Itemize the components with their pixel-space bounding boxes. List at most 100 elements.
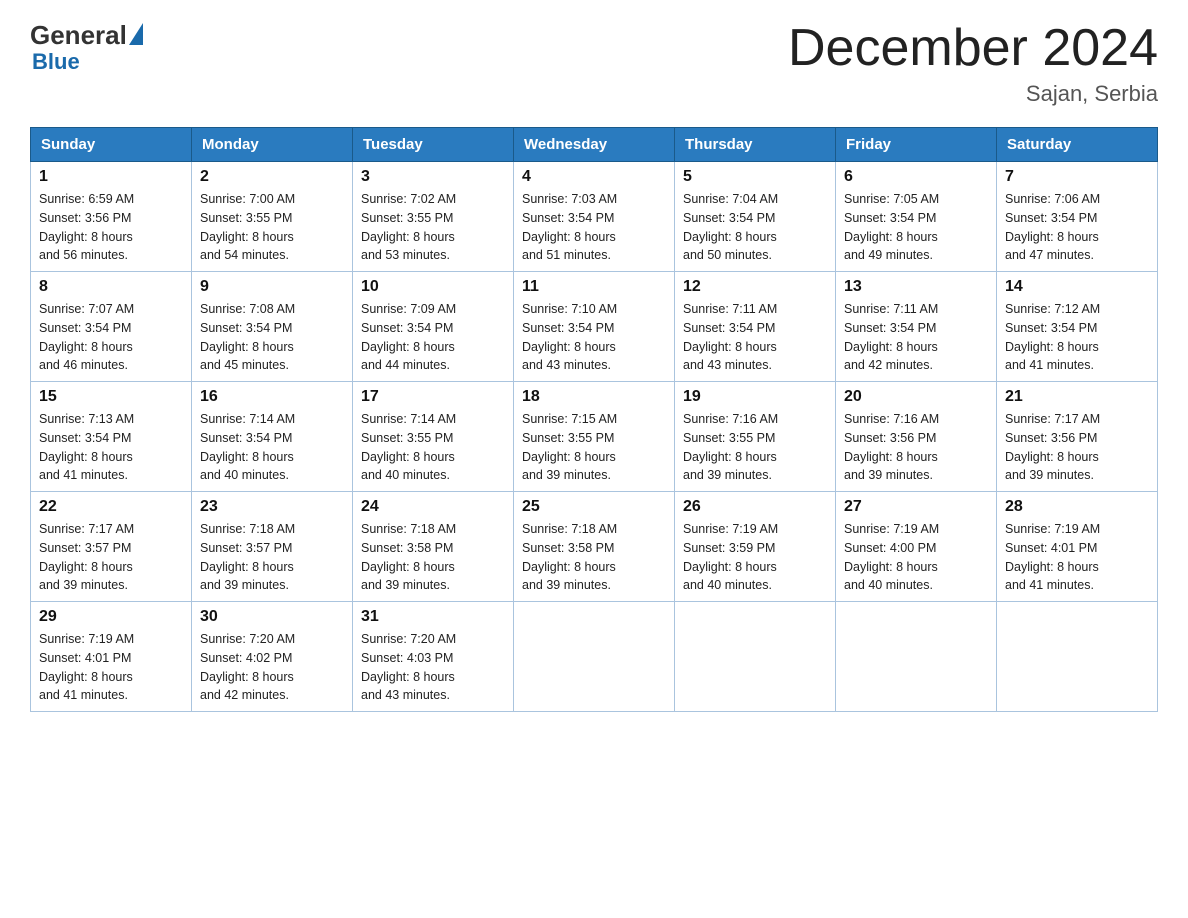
day-number: 24 [361, 498, 505, 516]
day-number: 27 [844, 498, 988, 516]
day-number: 6 [844, 168, 988, 186]
month-title: December 2024 [788, 20, 1158, 77]
day-number: 17 [361, 388, 505, 406]
calendar-cell: 26 Sunrise: 7:19 AMSunset: 3:59 PMDayligh… [675, 492, 836, 602]
calendar-row-1: 1Sunrise: 6:59 AMSunset: 3:56 PMDaylight… [31, 162, 1158, 272]
day-info: Sunrise: 7:06 AMSunset: 3:54 PMDaylight:… [1005, 190, 1149, 265]
calendar-cell: 1Sunrise: 6:59 AMSunset: 3:56 PMDaylight… [31, 162, 192, 272]
day-number: 26 [683, 498, 827, 516]
calendar-cell: 19 Sunrise: 7:16 AMSunset: 3:55 PMDayligh… [675, 382, 836, 492]
col-header-sunday: Sunday [31, 128, 192, 162]
day-info: Sunrise: 7:20 AMSunset: 4:03 PMDaylight:… [361, 630, 505, 705]
day-info: Sunrise: 7:19 AMSunset: 4:01 PMDaylight:… [1005, 520, 1149, 595]
day-info: Sunrise: 7:08 AMSunset: 3:54 PMDaylight:… [200, 300, 344, 375]
calendar-cell: 9 Sunrise: 7:08 AMSunset: 3:54 PMDaylight… [192, 272, 353, 382]
col-header-wednesday: Wednesday [514, 128, 675, 162]
day-info: Sunrise: 7:20 AMSunset: 4:02 PMDaylight:… [200, 630, 344, 705]
day-info: Sunrise: 7:14 AMSunset: 3:55 PMDaylight:… [361, 410, 505, 485]
calendar-cell: 23 Sunrise: 7:18 AMSunset: 3:57 PMDayligh… [192, 492, 353, 602]
day-number: 7 [1005, 168, 1149, 186]
calendar-cell: 21 Sunrise: 7:17 AMSunset: 3:56 PMDayligh… [997, 382, 1158, 492]
calendar-cell: 31 Sunrise: 7:20 AMSunset: 4:03 PMDayligh… [353, 602, 514, 712]
calendar-cell: 6 Sunrise: 7:05 AMSunset: 3:54 PMDaylight… [836, 162, 997, 272]
day-number: 19 [683, 388, 827, 406]
day-number: 2 [200, 168, 344, 186]
day-number: 13 [844, 278, 988, 296]
day-info: Sunrise: 6:59 AMSunset: 3:56 PMDaylight:… [39, 190, 183, 265]
day-number: 23 [200, 498, 344, 516]
day-info: Sunrise: 7:15 AMSunset: 3:55 PMDaylight:… [522, 410, 666, 485]
day-number: 5 [683, 168, 827, 186]
calendar-cell: 3Sunrise: 7:02 AMSunset: 3:55 PMDaylight… [353, 162, 514, 272]
calendar-cell: 16Sunrise: 7:14 AMSunset: 3:54 PMDayligh… [192, 382, 353, 492]
day-info: Sunrise: 7:10 AMSunset: 3:54 PMDaylight:… [522, 300, 666, 375]
day-number: 12 [683, 278, 827, 296]
day-info: Sunrise: 7:11 AMSunset: 3:54 PMDaylight:… [683, 300, 827, 375]
calendar-cell [514, 602, 675, 712]
day-number: 14 [1005, 278, 1149, 296]
col-header-tuesday: Tuesday [353, 128, 514, 162]
calendar-cell: 24 Sunrise: 7:18 AMSunset: 3:58 PMDayligh… [353, 492, 514, 602]
day-info: Sunrise: 7:19 AMSunset: 4:01 PMDaylight:… [39, 630, 183, 705]
calendar-row-2: 8 Sunrise: 7:07 AMSunset: 3:54 PMDaylight… [31, 272, 1158, 382]
calendar-cell: 17 Sunrise: 7:14 AMSunset: 3:55 PMDayligh… [353, 382, 514, 492]
day-info: Sunrise: 7:05 AMSunset: 3:54 PMDaylight:… [844, 190, 988, 265]
page-header: General Blue December 2024 Sajan, Serbia [30, 20, 1158, 107]
day-info: Sunrise: 7:17 AMSunset: 3:57 PMDaylight:… [39, 520, 183, 595]
day-info: Sunrise: 7:18 AMSunset: 3:58 PMDaylight:… [361, 520, 505, 595]
day-number: 31 [361, 608, 505, 626]
day-info: Sunrise: 7:02 AMSunset: 3:55 PMDaylight:… [361, 190, 505, 265]
calendar-cell: 20Sunrise: 7:16 AMSunset: 3:56 PMDayligh… [836, 382, 997, 492]
calendar-cell: 29 Sunrise: 7:19 AMSunset: 4:01 PMDayligh… [31, 602, 192, 712]
calendar-cell: 8 Sunrise: 7:07 AMSunset: 3:54 PMDaylight… [31, 272, 192, 382]
calendar-cell: 15 Sunrise: 7:13 AMSunset: 3:54 PMDayligh… [31, 382, 192, 492]
day-info: Sunrise: 7:14 AMSunset: 3:54 PMDaylight:… [200, 410, 344, 485]
day-number: 11 [522, 278, 666, 296]
calendar-cell: 18Sunrise: 7:15 AMSunset: 3:55 PMDayligh… [514, 382, 675, 492]
logo-triangle-icon [129, 23, 143, 45]
day-info: Sunrise: 7:13 AMSunset: 3:54 PMDaylight:… [39, 410, 183, 485]
day-number: 28 [1005, 498, 1149, 516]
calendar-cell: 22 Sunrise: 7:17 AMSunset: 3:57 PMDayligh… [31, 492, 192, 602]
day-number: 30 [200, 608, 344, 626]
calendar-cell: 25Sunrise: 7:18 AMSunset: 3:58 PMDayligh… [514, 492, 675, 602]
day-info: Sunrise: 7:19 AMSunset: 4:00 PMDaylight:… [844, 520, 988, 595]
calendar-cell: 5Sunrise: 7:04 AMSunset: 3:54 PMDaylight… [675, 162, 836, 272]
calendar-cell: 4Sunrise: 7:03 AMSunset: 3:54 PMDaylight… [514, 162, 675, 272]
day-number: 29 [39, 608, 183, 626]
calendar-header-row: SundayMondayTuesdayWednesdayThursdayFrid… [31, 128, 1158, 162]
day-info: Sunrise: 7:17 AMSunset: 3:56 PMDaylight:… [1005, 410, 1149, 485]
calendar-row-4: 22 Sunrise: 7:17 AMSunset: 3:57 PMDayligh… [31, 492, 1158, 602]
calendar-cell: 11 Sunrise: 7:10 AMSunset: 3:54 PMDayligh… [514, 272, 675, 382]
day-info: Sunrise: 7:16 AMSunset: 3:55 PMDaylight:… [683, 410, 827, 485]
calendar-cell: 12 Sunrise: 7:11 AMSunset: 3:54 PMDayligh… [675, 272, 836, 382]
calendar-cell: 14 Sunrise: 7:12 AMSunset: 3:54 PMDayligh… [997, 272, 1158, 382]
day-number: 15 [39, 388, 183, 406]
calendar-row-3: 15 Sunrise: 7:13 AMSunset: 3:54 PMDayligh… [31, 382, 1158, 492]
location-subtitle: Sajan, Serbia [788, 81, 1158, 107]
day-info: Sunrise: 7:19 AMSunset: 3:59 PMDaylight:… [683, 520, 827, 595]
calendar-cell: 10Sunrise: 7:09 AMSunset: 3:54 PMDayligh… [353, 272, 514, 382]
calendar-cell: 30 Sunrise: 7:20 AMSunset: 4:02 PMDayligh… [192, 602, 353, 712]
calendar-cell [836, 602, 997, 712]
calendar-row-5: 29 Sunrise: 7:19 AMSunset: 4:01 PMDayligh… [31, 602, 1158, 712]
calendar-cell [675, 602, 836, 712]
day-info: Sunrise: 7:18 AMSunset: 3:58 PMDaylight:… [522, 520, 666, 595]
calendar-cell: 28 Sunrise: 7:19 AMSunset: 4:01 PMDayligh… [997, 492, 1158, 602]
day-number: 22 [39, 498, 183, 516]
day-info: Sunrise: 7:07 AMSunset: 3:54 PMDaylight:… [39, 300, 183, 375]
day-info: Sunrise: 7:16 AMSunset: 3:56 PMDaylight:… [844, 410, 988, 485]
col-header-thursday: Thursday [675, 128, 836, 162]
day-info: Sunrise: 7:00 AMSunset: 3:55 PMDaylight:… [200, 190, 344, 265]
calendar-cell: 13Sunrise: 7:11 AMSunset: 3:54 PMDayligh… [836, 272, 997, 382]
day-number: 8 [39, 278, 183, 296]
day-info: Sunrise: 7:18 AMSunset: 3:57 PMDaylight:… [200, 520, 344, 595]
calendar-cell: 27 Sunrise: 7:19 AMSunset: 4:00 PMDayligh… [836, 492, 997, 602]
day-info: Sunrise: 7:09 AMSunset: 3:54 PMDaylight:… [361, 300, 505, 375]
day-number: 21 [1005, 388, 1149, 406]
day-info: Sunrise: 7:12 AMSunset: 3:54 PMDaylight:… [1005, 300, 1149, 375]
logo: General Blue [30, 20, 143, 75]
logo-blue-text: Blue [32, 49, 80, 75]
day-number: 9 [200, 278, 344, 296]
day-number: 4 [522, 168, 666, 186]
